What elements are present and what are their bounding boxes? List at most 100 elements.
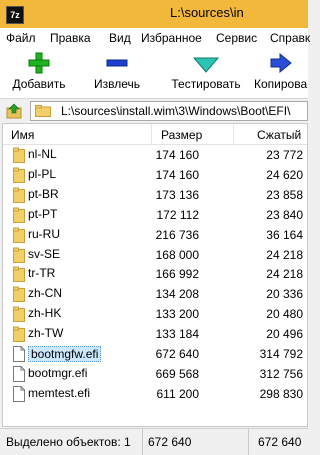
menu-edit[interactable]: Правка bbox=[50, 31, 91, 45]
file-row[interactable]: zh-CN 134 208 20 336 bbox=[3, 284, 307, 304]
test-label: Тестировать bbox=[171, 77, 241, 91]
app-7z-icon[interactable]: 7z bbox=[6, 6, 24, 24]
file-size: 173 136 bbox=[155, 187, 199, 202]
folder-icon bbox=[13, 147, 25, 166]
test-button[interactable]: Тестировать bbox=[164, 50, 248, 96]
status-packed-cell: 672 640 bbox=[248, 429, 308, 455]
status-packed-text: 672 640 bbox=[258, 435, 302, 449]
file-icon bbox=[13, 385, 25, 405]
file-row[interactable]: zh-TW 133 184 20 496 bbox=[3, 324, 307, 344]
column-divider[interactable] bbox=[233, 124, 234, 144]
file-name: bootmgr.efi bbox=[28, 365, 88, 380]
minus-icon bbox=[106, 59, 128, 67]
title-bar[interactable]: 7z L:\sources\in bbox=[0, 0, 308, 28]
file-row[interactable]: bootmgfw.efi 672 640 314 792 bbox=[3, 344, 307, 364]
file-size: 172 112 bbox=[156, 207, 200, 222]
menu-bar: Файл Правка Вид Избранное Сервис Справк bbox=[0, 28, 310, 48]
column-packed-header[interactable]: Сжатый bbox=[257, 128, 301, 142]
folder-icon bbox=[13, 207, 25, 226]
status-size-cell: 672 640 bbox=[142, 429, 249, 455]
file-name: zh-HK bbox=[28, 306, 62, 321]
file-packed-size: 20 480 bbox=[266, 307, 303, 322]
file-packed-size: 20 496 bbox=[266, 327, 303, 342]
file-row[interactable]: tr-TR 166 992 24 218 bbox=[3, 264, 307, 284]
file-size: 669 568 bbox=[155, 366, 199, 381]
copy-label: Копирова bbox=[254, 77, 308, 91]
file-packed-size: 23 840 bbox=[266, 207, 303, 222]
menu-help[interactable]: Справк bbox=[270, 31, 310, 45]
file-name: zh-CN bbox=[28, 286, 63, 301]
column-divider[interactable] bbox=[151, 124, 152, 144]
file-size: 672 640 bbox=[155, 347, 199, 361]
file-packed-size: 24 620 bbox=[266, 167, 303, 182]
folder-icon bbox=[13, 326, 25, 345]
file-row[interactable]: pt-PT 172 112 23 840 bbox=[3, 205, 307, 225]
file-size: 133 200 bbox=[155, 307, 199, 322]
folder-icon bbox=[13, 306, 25, 325]
file-size: 174 160 bbox=[155, 148, 199, 162]
extract-button[interactable]: Извлечь bbox=[84, 50, 150, 96]
column-name-header[interactable]: Имя bbox=[11, 128, 34, 142]
file-row[interactable]: pt-BR 173 136 23 858 bbox=[3, 185, 307, 205]
file-name: zh-TW bbox=[28, 326, 64, 341]
file-name: memtest.efi bbox=[28, 385, 91, 400]
status-size-text: 672 640 bbox=[148, 435, 192, 449]
file-row[interactable]: pl-PL 174 160 24 620 bbox=[3, 165, 307, 185]
path-text: L:\sources\install.wim\3\Windows\Boot\EF… bbox=[61, 104, 291, 118]
folder-icon bbox=[13, 227, 25, 246]
window-title: L:\sources\in bbox=[170, 5, 244, 20]
menu-view[interactable]: Вид bbox=[109, 31, 131, 45]
file-row[interactable]: bootmgr.efi 669 568 312 756 bbox=[3, 364, 307, 384]
folder-icon bbox=[13, 187, 25, 206]
plus-icon bbox=[28, 52, 50, 74]
file-packed-size: 23 772 bbox=[266, 148, 303, 162]
status-bar: Выделено объектов: 1 672 640 672 640 bbox=[0, 428, 308, 455]
file-name: tr-TR bbox=[28, 266, 56, 281]
file-packed-size: 23 858 bbox=[266, 187, 303, 202]
file-packed-size: 36 164 bbox=[266, 227, 303, 242]
file-name: pt-PT bbox=[28, 206, 58, 221]
folder-icon bbox=[13, 167, 25, 186]
file-row[interactable]: nl-NL 174 160 23 772 bbox=[3, 145, 307, 165]
file-row[interactable]: ru-RU 216 736 36 164 bbox=[3, 225, 307, 245]
file-name: nl-NL bbox=[28, 147, 57, 161]
menu-file[interactable]: Файл bbox=[6, 31, 36, 45]
file-packed-size: 312 756 bbox=[259, 366, 303, 381]
copy-button[interactable]: Копирова bbox=[250, 50, 308, 96]
menu-favorites[interactable]: Избранное bbox=[141, 31, 202, 45]
extract-label: Извлечь bbox=[93, 77, 140, 91]
status-selected-text: Выделено объектов: 1 bbox=[6, 435, 131, 449]
folder-icon bbox=[13, 286, 25, 305]
file-name: pl-PL bbox=[28, 166, 57, 181]
file-name: sv-SE bbox=[28, 246, 61, 261]
path-field[interactable]: L:\sources\install.wim\3\Windows\Boot\EF… bbox=[30, 101, 308, 121]
file-icon bbox=[13, 365, 25, 385]
file-name: ru-RU bbox=[28, 226, 60, 241]
file-packed-size: 314 792 bbox=[259, 347, 303, 361]
file-row[interactable]: sv-SE 168 000 24 218 bbox=[3, 245, 307, 265]
menu-tools[interactable]: Сервис bbox=[216, 31, 257, 45]
file-row[interactable]: zh-HK 133 200 20 480 bbox=[3, 304, 307, 324]
file-name: pt-BR bbox=[28, 186, 59, 201]
file-packed-size: 24 218 bbox=[266, 267, 303, 282]
column-size-header[interactable]: Размер bbox=[161, 128, 202, 142]
list-header: Имя Размер Сжатый bbox=[3, 124, 307, 145]
file-icon bbox=[13, 346, 25, 365]
file-packed-size: 298 830 bbox=[259, 386, 303, 401]
file-size: 168 000 bbox=[155, 247, 199, 262]
add-label: Добавить bbox=[12, 77, 66, 91]
file-size: 134 208 bbox=[155, 287, 199, 302]
folder-up-icon[interactable] bbox=[6, 103, 22, 119]
toolbar: Добавить Извлечь Тестировать Копирова bbox=[0, 48, 308, 99]
file-size: 133 184 bbox=[155, 327, 199, 342]
file-size: 166 992 bbox=[155, 267, 199, 282]
file-size: 174 160 bbox=[155, 167, 199, 182]
add-button[interactable]: Добавить bbox=[2, 50, 76, 96]
file-size: 216 736 bbox=[155, 227, 199, 242]
file-row[interactable]: memtest.efi 611 200 298 830 bbox=[3, 384, 307, 404]
file-size: 611 200 bbox=[156, 386, 200, 401]
arrow-right-icon bbox=[270, 52, 292, 74]
status-selected-cell: Выделено объектов: 1 bbox=[0, 429, 143, 455]
file-list[interactable]: Имя Размер Сжатый nl-NL 174 160 23 772 pl-P… bbox=[2, 123, 308, 427]
file-name: bootmgfw.efi bbox=[28, 346, 102, 362]
